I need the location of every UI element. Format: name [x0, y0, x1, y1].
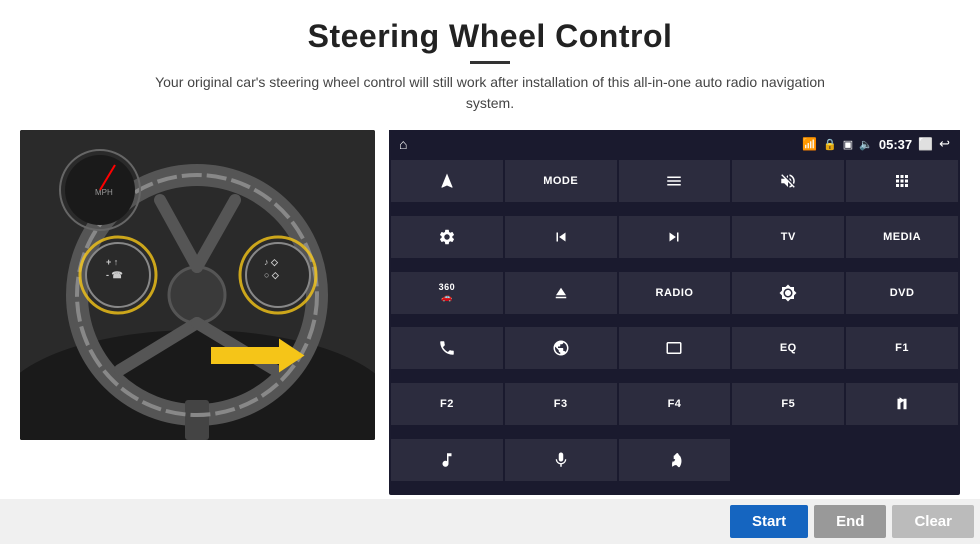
status-left: ⌂ — [399, 136, 407, 152]
control-panel: ⌂ 📶 🔒 ▣ 🔈 05:37 ⬜ ↩ M — [389, 130, 960, 495]
content-area: + ↑ - ☎ ♪ ◇ ○ ◇ MPH — [0, 120, 980, 495]
svg-text:+ ↑: + ↑ — [106, 257, 118, 267]
status-time: 05:37 — [879, 137, 912, 152]
wifi-icon: 📶 — [802, 137, 817, 151]
screen-icon: ⬜ — [918, 137, 933, 151]
btn-mic[interactable] — [505, 439, 617, 481]
status-right: 📶 🔒 ▣ 🔈 05:37 ⬜ ↩ — [802, 136, 950, 152]
btn-eq[interactable]: EQ — [732, 327, 844, 369]
btn-f1[interactable]: F1 — [846, 327, 958, 369]
clear-button[interactable]: Clear — [892, 505, 974, 538]
btn-f5[interactable]: F5 — [732, 383, 844, 425]
btn-music[interactable] — [391, 439, 503, 481]
btn-playpause[interactable] — [846, 383, 958, 425]
btn-dvd[interactable]: DVD — [846, 272, 958, 314]
btn-eject[interactable] — [505, 272, 617, 314]
page-title: Steering Wheel Control — [0, 18, 980, 55]
btn-360cam[interactable]: 360🚗 — [391, 272, 503, 314]
btn-brightness[interactable] — [732, 272, 844, 314]
svg-text:♪ ◇: ♪ ◇ — [264, 257, 279, 267]
header: Steering Wheel Control Your original car… — [0, 0, 980, 120]
svg-text:- ☎: - ☎ — [106, 270, 123, 280]
status-bar: ⌂ 📶 🔒 ▣ 🔈 05:37 ⬜ ↩ — [389, 130, 960, 158]
svg-text:○ ◇: ○ ◇ — [264, 270, 280, 280]
btn-media[interactable]: MEDIA — [846, 216, 958, 258]
btn-f3[interactable]: F3 — [505, 383, 617, 425]
btn-phone[interactable] — [391, 327, 503, 369]
bt-icon: 🔈 — [859, 138, 873, 151]
btn-tv[interactable]: TV — [732, 216, 844, 258]
svg-text:MPH: MPH — [95, 188, 113, 197]
btn-apps[interactable] — [846, 160, 958, 202]
page: Steering Wheel Control Your original car… — [0, 0, 980, 544]
btn-mode[interactable]: MODE — [505, 160, 617, 202]
end-button[interactable]: End — [814, 505, 886, 538]
lock-icon: 🔒 — [823, 138, 837, 151]
car-image: + ↑ - ☎ ♪ ◇ ○ ◇ MPH — [20, 130, 375, 440]
back-icon: ↩ — [939, 136, 950, 152]
btn-list[interactable] — [619, 160, 731, 202]
start-button[interactable]: Start — [730, 505, 808, 538]
btn-browse[interactable] — [505, 327, 617, 369]
btn-mute[interactable] — [732, 160, 844, 202]
btn-f4[interactable]: F4 — [619, 383, 731, 425]
header-divider — [470, 61, 510, 64]
btn-f2[interactable]: F2 — [391, 383, 503, 425]
header-description: Your original car's steering wheel contr… — [150, 72, 830, 114]
sim-icon: ▣ — [843, 138, 853, 151]
btn-radio[interactable]: RADIO — [619, 272, 731, 314]
btn-navigate[interactable] — [391, 160, 503, 202]
bottom-action-row: Start End Clear — [0, 499, 980, 544]
btn-prev[interactable] — [505, 216, 617, 258]
btn-settings[interactable] — [391, 216, 503, 258]
button-grid: MODE — [389, 158, 960, 495]
btn-hangup[interactable] — [619, 439, 731, 481]
btn-next[interactable] — [619, 216, 731, 258]
btn-screen-mirror[interactable] — [619, 327, 731, 369]
home-icon: ⌂ — [399, 136, 407, 152]
